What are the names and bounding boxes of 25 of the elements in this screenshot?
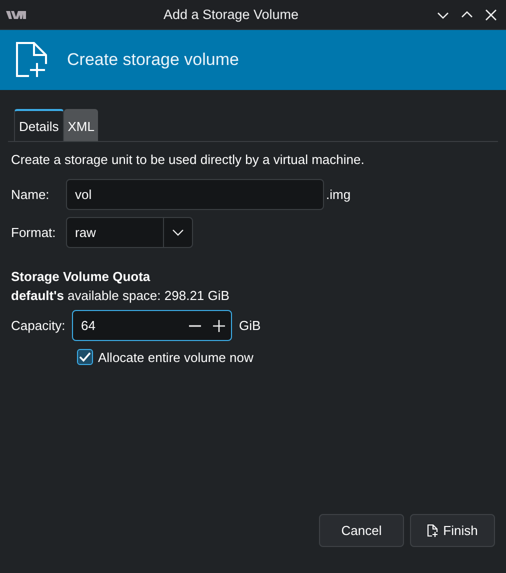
format-dropdown[interactable]: raw: [66, 217, 193, 248]
window-title: Add a Storage Volume: [162, 7, 300, 22]
finish-button[interactable]: Finish: [410, 514, 495, 547]
new-file-icon: [427, 524, 438, 537]
plus-icon[interactable]: [213, 320, 225, 332]
capacity-spinbox[interactable]: 64: [72, 310, 232, 341]
extension-label: .img: [326, 187, 351, 202]
field-label: Capacity:: [11, 318, 66, 333]
field-label: Name:: [11, 187, 50, 202]
checkbox-label: Allocate entire volume now: [98, 350, 254, 364]
banner-title: Create storage volume: [67, 50, 239, 70]
field-label: Format:: [11, 225, 57, 240]
name-field[interactable]: vol: [66, 179, 324, 210]
description: Create a storage unit to be used directly by a virtual machine.: [11, 152, 366, 167]
checkbox[interactable]: [77, 349, 93, 365]
cancel-button[interactable]: Cancel: [319, 514, 404, 547]
app-icon: [6, 10, 26, 20]
unit-label: GiB: [239, 318, 261, 333]
new-file-icon: [16, 42, 47, 78]
available-space-text: default's available space: 298.21 GiB: [11, 288, 230, 303]
tab[interactable]: XML: [64, 109, 98, 141]
tab[interactable]: Details: [14, 109, 64, 141]
close-icon[interactable]: [484, 8, 498, 22]
chevron-down-icon: [172, 229, 184, 236]
section-heading: Storage Volume Quota: [11, 269, 152, 284]
